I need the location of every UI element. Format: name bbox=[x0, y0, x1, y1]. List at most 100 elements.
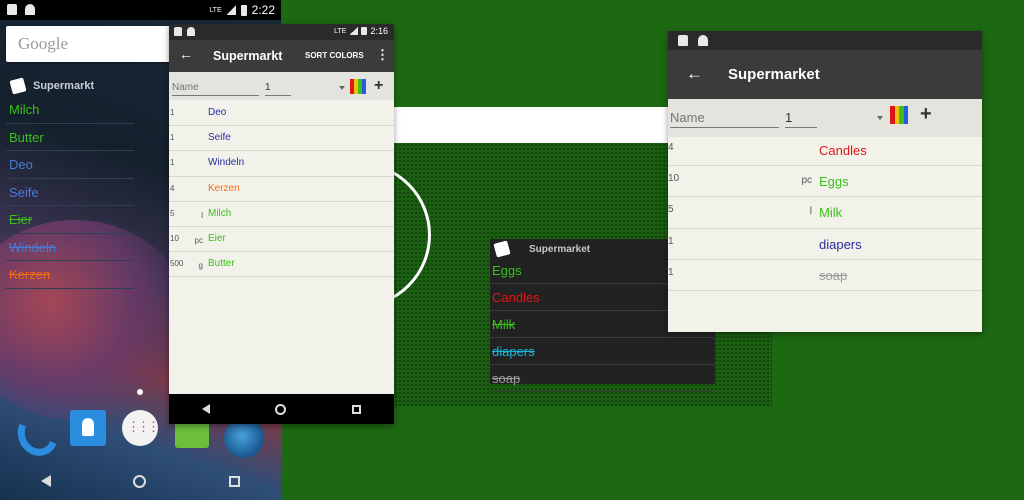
item-name: Milch bbox=[208, 207, 232, 219]
list-item[interactable]: diapers bbox=[490, 338, 715, 365]
add-item-button[interactable]: + bbox=[374, 77, 383, 95]
back-icon[interactable] bbox=[41, 475, 52, 487]
signal-icon bbox=[226, 5, 236, 15]
english-list-screen: ← Supermarket + 4 Candles 10 pc Eggs 5 l Milk 1 d… bbox=[668, 31, 982, 332]
list-row[interactable]: 1 Deo bbox=[169, 101, 394, 127]
back-arrow-icon[interactable]: ← bbox=[179, 46, 193, 62]
app-bar: ← Supermarkt SORT COLORS ⋮ bbox=[169, 40, 394, 72]
item-list: 1 Deo 1 Seife 1 Windeln 4 Kerzen 5 l Milch 10 pc Eier… bbox=[169, 101, 394, 278]
navigation-bar bbox=[0, 462, 281, 500]
unit-dropdown-icon[interactable] bbox=[339, 86, 345, 90]
list-item[interactable]: soap bbox=[490, 365, 715, 392]
cards-icon bbox=[493, 240, 511, 258]
widget-header[interactable]: Supermarkt bbox=[6, 76, 134, 96]
list-row[interactable]: 10 pc Eggs bbox=[668, 166, 982, 198]
back-icon[interactable] bbox=[201, 404, 210, 414]
list-row[interactable]: 1 Seife bbox=[169, 126, 394, 152]
item-quantity: 500 bbox=[170, 259, 184, 269]
color-picker-icon[interactable] bbox=[350, 79, 366, 94]
item-unit: pc bbox=[194, 235, 203, 245]
item-name: Deo bbox=[208, 107, 227, 118]
unit-dropdown-icon[interactable] bbox=[877, 116, 883, 120]
item-quantity: 4 bbox=[668, 142, 674, 153]
list-item[interactable]: Windeln bbox=[6, 234, 134, 261]
list-row[interactable]: 5 l Milch bbox=[169, 202, 394, 227]
add-item-button[interactable]: + bbox=[920, 103, 932, 126]
list-row[interactable]: 4 Kerzen bbox=[169, 177, 394, 202]
decorative-strip bbox=[394, 107, 668, 143]
item-unit: l bbox=[809, 206, 812, 218]
cards-icon bbox=[9, 77, 27, 95]
app-drawer-icon[interactable] bbox=[122, 410, 158, 446]
list-item[interactable]: Eier bbox=[6, 206, 134, 234]
item-name: Seife bbox=[208, 132, 231, 144]
item-name: Eggs bbox=[819, 174, 849, 190]
item-quantity: 1 bbox=[170, 108, 175, 117]
shopping-list-widget[interactable]: Supermarkt Milch Butter Deo Seife Eier Windel… bbox=[6, 76, 134, 289]
page-indicator bbox=[137, 389, 143, 395]
item-list: 4 Candles 10 pc Eggs 5 l Milk 1 diapers 1 soap bbox=[668, 135, 982, 291]
home-icon[interactable] bbox=[133, 474, 147, 488]
item-unit: g bbox=[198, 261, 203, 271]
item-name: Eier bbox=[208, 232, 226, 244]
item-quantity: 1 bbox=[668, 266, 674, 278]
quantity-input[interactable] bbox=[265, 80, 291, 96]
sd-card-icon bbox=[7, 4, 17, 15]
item-name: Candles bbox=[819, 143, 867, 158]
android-icon bbox=[25, 4, 35, 15]
list-item[interactable]: Kerzen bbox=[6, 261, 134, 289]
sd-card-icon bbox=[174, 27, 182, 36]
item-quantity: 1 bbox=[170, 133, 175, 143]
signal-icon bbox=[349, 27, 359, 35]
navigation-bar bbox=[169, 394, 394, 424]
list-title: Supermarket bbox=[728, 66, 820, 83]
item-quantity: 5 bbox=[170, 208, 175, 218]
sd-card-icon bbox=[678, 35, 688, 46]
status-time: 2:22 bbox=[251, 3, 275, 17]
recents-icon[interactable] bbox=[352, 404, 362, 414]
list-row[interactable]: 500 g Butter bbox=[169, 252, 394, 278]
list-item[interactable]: Seife bbox=[6, 179, 134, 206]
list-item[interactable]: Deo bbox=[6, 151, 134, 179]
list-row[interactable]: 1 diapers bbox=[668, 229, 982, 260]
app-bar: ← Supermarket bbox=[668, 50, 982, 99]
add-item-bar: + bbox=[668, 99, 982, 137]
list-row[interactable]: 4 Candles bbox=[668, 135, 982, 167]
status-time: 2:16 bbox=[370, 26, 388, 36]
item-name: Kerzen bbox=[208, 182, 240, 194]
list-row[interactable]: 10 pc Eier bbox=[169, 227, 394, 253]
recents-icon[interactable] bbox=[228, 475, 240, 487]
quantity-input[interactable] bbox=[785, 108, 817, 128]
item-quantity: 5 bbox=[668, 204, 674, 216]
home-icon[interactable] bbox=[275, 403, 287, 415]
list-item[interactable]: Milch bbox=[6, 96, 134, 124]
android-icon bbox=[187, 27, 195, 36]
item-name: soap bbox=[819, 267, 848, 283]
network-type: LTE bbox=[209, 6, 222, 14]
widget-title: Supermarkt bbox=[33, 80, 95, 92]
status-bar: LTE 2:16 bbox=[169, 24, 394, 40]
overflow-menu-icon[interactable]: ⋮ bbox=[376, 47, 389, 63]
widget-title: Supermarket bbox=[529, 243, 591, 255]
network-type: LTE bbox=[334, 27, 347, 35]
sort-colors-button[interactable]: SORT COLORS bbox=[305, 51, 364, 60]
item-quantity: 1 bbox=[668, 235, 674, 247]
list-row[interactable]: 5 l Milk bbox=[668, 197, 982, 229]
contacts-icon[interactable] bbox=[70, 410, 106, 446]
list-title: Supermarkt bbox=[213, 49, 283, 63]
back-arrow-icon[interactable]: ← bbox=[686, 64, 703, 84]
list-item[interactable]: Butter bbox=[6, 124, 134, 151]
name-input[interactable] bbox=[172, 80, 259, 96]
phone-icon[interactable] bbox=[12, 408, 52, 448]
browser-icon[interactable] bbox=[224, 418, 264, 458]
item-quantity: 4 bbox=[170, 183, 175, 193]
list-row[interactable]: 1 Windeln bbox=[169, 151, 394, 177]
item-quantity: 10 bbox=[668, 173, 680, 185]
item-unit: pc bbox=[801, 175, 812, 187]
name-input[interactable] bbox=[670, 108, 779, 128]
list-row[interactable]: 1 soap bbox=[668, 260, 982, 291]
android-icon bbox=[698, 35, 708, 46]
color-picker-icon[interactable] bbox=[890, 106, 908, 124]
german-list-screen: LTE 2:16 ← Supermarkt SORT COLORS ⋮ + 1 D… bbox=[169, 24, 394, 424]
item-name: Butter bbox=[208, 258, 235, 270]
